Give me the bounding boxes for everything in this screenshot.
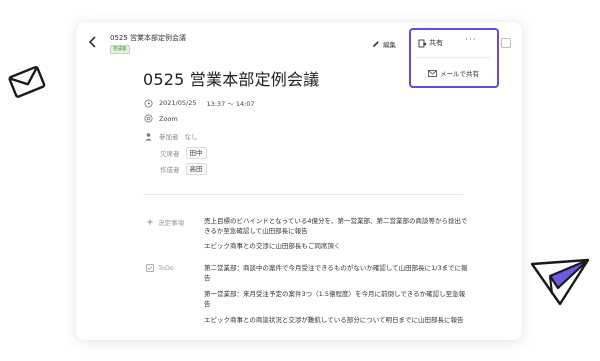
- meeting-note-card: 0525 営業本部定例会議 完成版 編集 共有 ··· メールで共有 0525 …: [76, 22, 522, 340]
- absent-member-tag[interactable]: 田中: [185, 147, 207, 159]
- meeting-date: 2021/05/25: [159, 99, 197, 107]
- mail-icon: [428, 69, 437, 77]
- participants-row: 参加者 なし: [144, 131, 198, 141]
- paper-plane-decoration-icon: [530, 258, 590, 306]
- envelope-decoration-icon: [8, 65, 46, 98]
- share-dropdown-menu: メールで共有: [416, 57, 492, 81]
- date-time-row: 2021/05/25 13:37 〜 14:07: [144, 98, 255, 108]
- todo-item: 第一営業部：来月受注予定の案件3つ（1.5億程度）を今月に前倒しできるか確認し至…: [204, 290, 466, 308]
- checkbox-icon: [146, 264, 154, 272]
- decisions-section-label: 決定事項: [146, 217, 184, 227]
- meeting-location: Zoom: [159, 114, 178, 123]
- absent-row: 欠席者 田中: [160, 147, 207, 159]
- section-divider: [143, 194, 463, 195]
- absent-label: 欠席者: [160, 150, 180, 158]
- todo-item: 第二営業部：商談中の案件で今月受注できるものがないか確認して山田部長に1/3まで…: [204, 264, 468, 282]
- share-by-email-menu-item[interactable]: メールで共有: [428, 68, 479, 78]
- todo-section-label: ToDo: [146, 264, 174, 272]
- back-arrow-icon[interactable]: [88, 36, 98, 48]
- panel-toggle-icon[interactable]: [501, 38, 511, 48]
- person-icon: [145, 132, 152, 140]
- participants-label: 参加者: [159, 133, 179, 141]
- share-button-label: 共有: [429, 39, 443, 47]
- share-button[interactable]: 共有: [418, 38, 443, 48]
- todo-label: ToDo: [158, 264, 174, 272]
- todo-item: エピック商事との商談状況と交渉が難航している部分について明日までに山田部長に報告: [204, 316, 464, 324]
- page-title: 0525 営業本部定例会議: [143, 70, 320, 89]
- decisions-label: 決定事項: [158, 219, 184, 227]
- share-highlight-box: 共有 ··· メールで共有: [409, 28, 499, 88]
- location-icon: [144, 114, 153, 123]
- location-row: Zoom: [144, 114, 178, 123]
- sparkle-icon: [146, 218, 154, 226]
- status-badge: 完成版: [110, 45, 130, 54]
- pencil-icon: [373, 41, 379, 47]
- header-title: 0525 営業本部定例会議: [110, 34, 187, 42]
- edit-button-label: 編集: [383, 41, 396, 49]
- decision-item: エピック商事との交渉に山田部長もご同席頂く: [204, 242, 341, 250]
- author-tag[interactable]: 高田: [185, 163, 207, 175]
- author-row: 作成者 高田: [160, 163, 207, 175]
- more-options-button[interactable]: ···: [465, 35, 477, 45]
- meeting-time: 13:37 〜 14:07: [206, 100, 255, 108]
- share-by-email-label: メールで共有: [440, 70, 479, 78]
- edit-button[interactable]: 編集: [372, 39, 396, 49]
- decision-item: 売上目標のビハインドとなっている4億分を、第一営業部、第二営業部の商談等から捻出…: [204, 217, 468, 235]
- share-icon: [418, 39, 427, 47]
- author-label: 作成者: [160, 166, 180, 174]
- participants-value: なし: [184, 133, 198, 141]
- clock-icon: [144, 99, 153, 107]
